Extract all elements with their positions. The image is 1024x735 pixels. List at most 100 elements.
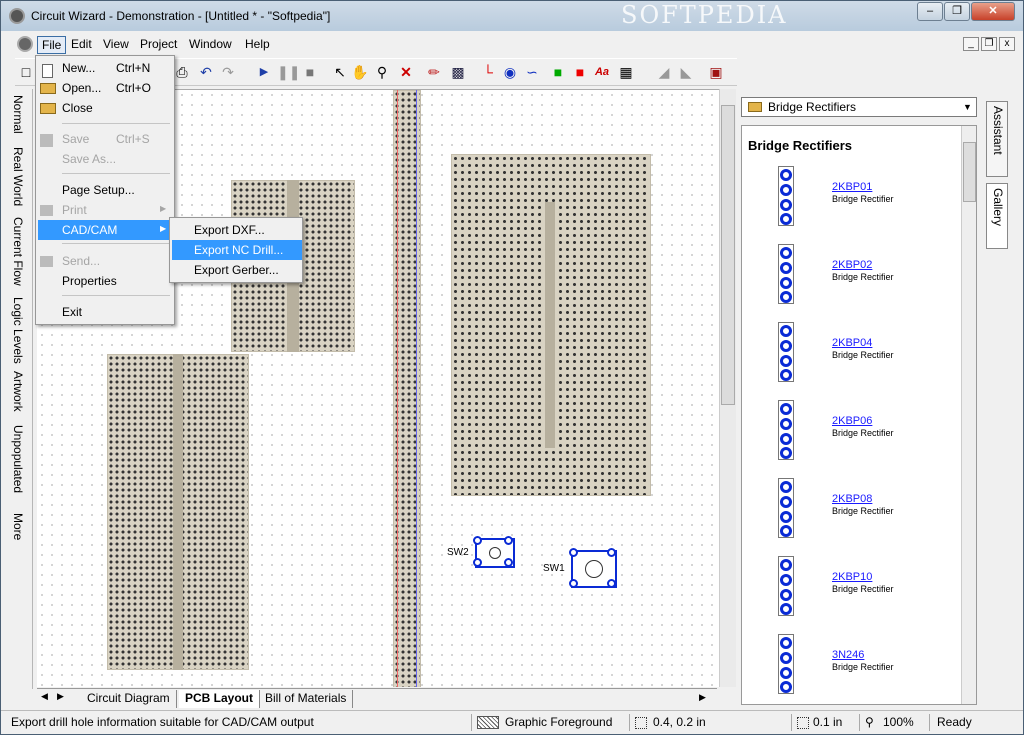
bridge-rectifier-icon bbox=[778, 400, 794, 460]
stop-icon[interactable]: ■ bbox=[301, 63, 319, 81]
track-icon[interactable]: └ bbox=[479, 63, 497, 81]
text-tool-icon[interactable]: Aa bbox=[593, 63, 611, 81]
mdi-close-button[interactable]: x bbox=[999, 37, 1015, 51]
gallery-item-name[interactable]: 2KBP06 bbox=[832, 415, 872, 427]
menu-item-open[interactable]: Open... bbox=[62, 79, 101, 97]
canvas-vertical-scrollbar[interactable] bbox=[719, 89, 736, 687]
menu-item-export-dxf[interactable]: Export DXF... bbox=[194, 221, 265, 239]
gallery-item-2kbp02[interactable]: 2KBP02 Bridge Rectifier bbox=[742, 244, 957, 316]
view-tab-logic-levels[interactable]: Logic Levels bbox=[11, 297, 25, 364]
pan-hand-icon[interactable]: ✋ bbox=[351, 63, 369, 81]
menu-item-save-as[interactable]: Save As... bbox=[62, 150, 116, 168]
close-button[interactable]: ✕ bbox=[971, 2, 1015, 21]
minimize-button[interactable]: – bbox=[917, 2, 943, 21]
view-tab-artwork[interactable]: Artwork bbox=[11, 371, 25, 412]
tab-gallery[interactable]: Gallery bbox=[986, 183, 1008, 249]
menu-edit[interactable]: Edit bbox=[67, 36, 96, 52]
hscroll-right-icon[interactable]: ▶ bbox=[699, 692, 711, 704]
gallery-item-2kbp06[interactable]: 2KBP06 Bridge Rectifier bbox=[742, 400, 957, 472]
gallery-item-2kbp01[interactable]: 2KBP01 Bridge Rectifier bbox=[742, 166, 957, 238]
zoom-icon: ⚲ bbox=[865, 715, 874, 729]
menu-window[interactable]: Window bbox=[185, 36, 236, 52]
gallery-item-name[interactable]: 2KBP10 bbox=[832, 571, 872, 583]
gallery-item-2kbp10[interactable]: 2KBP10 Bridge Rectifier bbox=[742, 556, 957, 628]
tab-bill-of-materials[interactable]: Bill of Materials bbox=[259, 690, 354, 708]
menu-project[interactable]: Project bbox=[136, 36, 181, 52]
pointer-icon[interactable]: ↖ bbox=[331, 63, 349, 81]
probe-icon[interactable]: ✏ bbox=[425, 63, 443, 81]
flip-horizontal-icon[interactable]: ◢ bbox=[655, 63, 673, 81]
menu-item-save[interactable]: Save bbox=[62, 130, 89, 148]
menu-item-export-nc-drill[interactable]: Export NC Drill... bbox=[194, 241, 283, 259]
scroll-thumb[interactable] bbox=[721, 105, 735, 405]
tab-scroll-left-icon[interactable]: ◀ bbox=[41, 691, 48, 702]
maximize-button[interactable]: ❐ bbox=[944, 2, 970, 21]
menu-item-cadcam[interactable]: CAD/CAM bbox=[62, 221, 117, 239]
view-tab-normal[interactable]: Normal bbox=[11, 95, 25, 134]
document-icon[interactable] bbox=[17, 36, 33, 52]
breadboard-channel bbox=[545, 202, 555, 448]
status-grid[interactable]: 0.1 in bbox=[813, 714, 842, 732]
mdi-minimize-button[interactable]: _ bbox=[963, 37, 979, 51]
gallery-item-2kbp04[interactable]: 2KBP04 Bridge Rectifier bbox=[742, 322, 957, 394]
red-rect-icon[interactable]: ■ bbox=[571, 63, 589, 81]
gallery-item-2kbp08[interactable]: 2KBP08 Bridge Rectifier bbox=[742, 478, 957, 550]
menu-file[interactable]: File bbox=[37, 36, 67, 54]
menu-view[interactable]: View bbox=[99, 36, 133, 52]
green-rect-icon[interactable]: ■ bbox=[549, 63, 567, 81]
menu-item-send[interactable]: Send... bbox=[62, 252, 100, 270]
menu-item-new[interactable]: New... bbox=[62, 59, 95, 77]
chevron-down-icon[interactable]: ▼ bbox=[959, 98, 976, 116]
pause-icon[interactable]: ❚❚ bbox=[277, 63, 300, 81]
view-tab-current-flow[interactable]: Current Flow bbox=[11, 217, 25, 286]
menu-item-new-shortcut: Ctrl+N bbox=[116, 61, 151, 75]
delete-icon[interactable]: ✕ bbox=[397, 63, 415, 81]
run-icon[interactable]: ▶ bbox=[255, 63, 273, 81]
menu-item-print[interactable]: Print bbox=[62, 201, 87, 219]
menu-item-close[interactable]: Close bbox=[62, 99, 93, 117]
status-divider bbox=[859, 714, 860, 731]
menu-separator bbox=[62, 123, 170, 124]
gallery-item-3n246[interactable]: 3N246 Bridge Rectifier bbox=[742, 634, 957, 704]
tab-pcb-layout[interactable]: PCB Layout bbox=[179, 690, 261, 708]
undo-icon[interactable]: ↶ bbox=[197, 63, 215, 81]
breadboard-channel bbox=[173, 354, 183, 670]
zoom-icon[interactable]: ⚲ bbox=[373, 63, 391, 81]
category-dropdown[interactable]: Bridge Rectifiers ▼ bbox=[741, 97, 977, 117]
tab-circuit-diagram[interactable]: Circuit Diagram bbox=[81, 690, 177, 708]
component-box-icon[interactable]: ▣ bbox=[707, 63, 725, 81]
scroll-thumb[interactable] bbox=[963, 142, 976, 202]
gallery-item-name[interactable]: 3N246 bbox=[832, 649, 864, 661]
menu-item-exit[interactable]: Exit bbox=[62, 303, 82, 321]
graph-icon[interactable]: ▩ bbox=[449, 63, 467, 81]
align-icon[interactable]: ▦ bbox=[617, 63, 635, 81]
sw1-label: SW1 bbox=[543, 563, 565, 574]
pad bbox=[569, 579, 578, 588]
gallery-item-name[interactable]: 2KBP01 bbox=[832, 181, 872, 193]
bridge-rectifier-icon bbox=[778, 166, 794, 226]
mdi-restore-button[interactable]: ❐ bbox=[981, 37, 997, 51]
menu-item-export-gerber[interactable]: Export Gerber... bbox=[194, 261, 279, 279]
flip-vertical-icon[interactable]: ◣ bbox=[677, 63, 695, 81]
view-tab-more[interactable]: More bbox=[11, 513, 25, 540]
status-layer[interactable]: Graphic Foreground bbox=[505, 714, 612, 732]
print-icon[interactable]: ⎙ bbox=[173, 63, 191, 81]
gallery-item-name[interactable]: 2KBP02 bbox=[832, 259, 872, 271]
menu-help[interactable]: Help bbox=[241, 36, 274, 52]
view-tab-unpopulated[interactable]: Unpopulated bbox=[11, 425, 25, 493]
redo-icon[interactable]: ↷ bbox=[219, 63, 237, 81]
view-tab-real-world[interactable]: Real World bbox=[11, 147, 25, 206]
menu-item-properties[interactable]: Properties bbox=[62, 272, 117, 290]
new-file-icon[interactable]: □ bbox=[17, 63, 35, 81]
gallery-item-name[interactable]: 2KBP08 bbox=[832, 493, 872, 505]
watermark-logo: SOFTPEDIA bbox=[621, 1, 788, 29]
tab-assistant[interactable]: Assistant bbox=[986, 101, 1008, 177]
menu-item-page-setup[interactable]: Page Setup... bbox=[62, 181, 135, 199]
send-mail-icon bbox=[40, 256, 53, 267]
wire-icon[interactable]: ∽ bbox=[523, 63, 541, 81]
gallery-scrollbar[interactable] bbox=[961, 126, 976, 704]
status-zoom[interactable]: 100% bbox=[883, 714, 914, 732]
gallery-item-name[interactable]: 2KBP04 bbox=[832, 337, 872, 349]
pad-icon[interactable]: ◉ bbox=[501, 63, 519, 81]
tab-scroll-right-icon[interactable]: ▶ bbox=[57, 691, 64, 702]
